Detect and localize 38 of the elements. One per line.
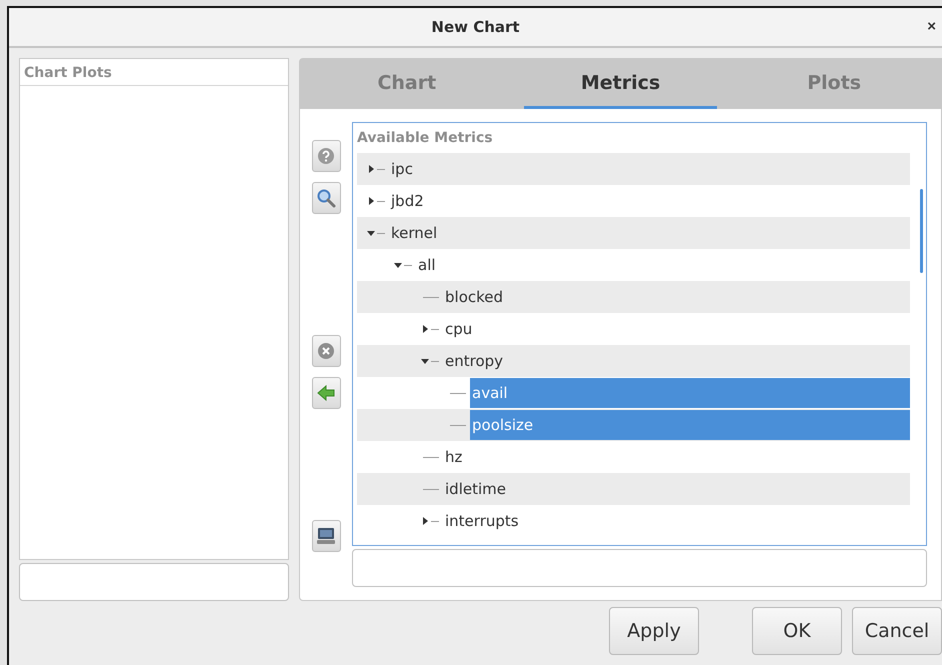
tree-item[interactable]: cpu (443, 314, 476, 344)
collapsed-arrow-icon[interactable] (421, 517, 429, 525)
expanded-arrow-icon[interactable] (394, 261, 402, 269)
dialog-button[interactable]: Apply (609, 607, 699, 655)
remove-button[interactable] (312, 335, 340, 367)
computer-icon (316, 527, 336, 545)
dialog-button[interactable]: Cancel (852, 607, 942, 655)
collapsed-arrow-icon[interactable] (421, 325, 429, 333)
tree-item[interactable]: blocked (443, 282, 508, 312)
computer-button[interactable] (312, 520, 340, 552)
expanded-arrow-icon[interactable] (421, 357, 429, 365)
tree-header: Available Metrics (356, 129, 494, 148)
input-field[interactable] (19, 563, 289, 601)
input-field[interactable] (352, 549, 927, 587)
search-icon (316, 188, 336, 208)
tree-item[interactable]: all (416, 250, 440, 280)
scrollbar[interactable] (920, 189, 923, 273)
window-title: New Chart (431, 18, 520, 36)
tree-item[interactable]: idletime (443, 474, 510, 504)
close-icon (317, 342, 335, 360)
tree-item[interactable]: entropy (443, 346, 508, 376)
list-header: Chart Plots (20, 59, 288, 86)
collapsed-arrow-icon[interactable] (367, 165, 375, 173)
tree-item[interactable]: hz (443, 442, 466, 472)
add-button[interactable] (312, 377, 340, 409)
dialog-button[interactable]: OK (752, 607, 842, 655)
left-arrow-icon (317, 385, 335, 401)
search-button[interactable] (312, 182, 340, 214)
tab[interactable]: Metrics (524, 59, 718, 109)
close-button[interactable]: × (923, 16, 940, 37)
tree-item[interactable]: interrupts (443, 506, 523, 536)
tree-item[interactable]: jbd2 (389, 186, 428, 216)
expanded-arrow-icon[interactable] (367, 229, 375, 237)
collapsed-arrow-icon[interactable] (367, 197, 375, 205)
tree-item[interactable]: kernel (389, 218, 442, 248)
tree-item[interactable]: ipc (389, 154, 417, 184)
help-icon (317, 147, 335, 165)
help-button[interactable] (312, 140, 340, 172)
